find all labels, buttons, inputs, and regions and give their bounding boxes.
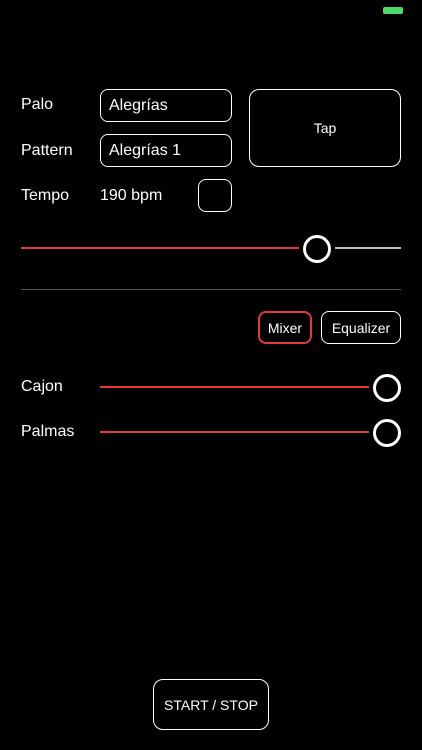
pattern-label: Pattern — [21, 142, 73, 159]
cajon-volume-slider[interactable] — [100, 372, 401, 402]
palo-label: Palo — [21, 96, 54, 113]
mixer-button[interactable]: Mixer — [258, 311, 312, 344]
palmas-volume-slider[interactable] — [100, 417, 401, 447]
battery-icon — [383, 7, 403, 14]
start-stop-button[interactable]: START / STOP — [153, 679, 269, 730]
palo-field[interactable]: Alegrías — [100, 89, 232, 122]
tempo-slider-track — [335, 247, 401, 249]
tempo-label: Tempo — [21, 187, 70, 204]
divider — [21, 289, 401, 290]
palmas-label: Palmas — [21, 423, 75, 440]
pattern-field[interactable]: Alegrías 1 — [100, 134, 232, 167]
cajon-label: Cajon — [21, 378, 63, 395]
cajon-slider-thumb[interactable] — [373, 374, 401, 402]
palmas-slider-thumb[interactable] — [373, 419, 401, 447]
tap-button[interactable]: Tap — [249, 89, 401, 167]
tempo-slider-fill — [21, 247, 300, 249]
tempo-toggle-button[interactable] — [198, 179, 232, 212]
tempo-value: 190 bpm — [100, 187, 163, 204]
tempo-slider-thumb[interactable] — [303, 235, 332, 263]
tempo-slider[interactable] — [21, 233, 401, 263]
palmas-slider-fill — [100, 431, 369, 433]
equalizer-button[interactable]: Equalizer — [321, 311, 401, 344]
cajon-slider-fill — [100, 386, 369, 388]
